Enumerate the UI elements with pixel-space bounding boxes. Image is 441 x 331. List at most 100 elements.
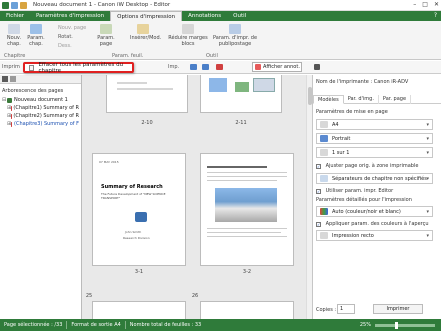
page-settings-icon xyxy=(100,24,112,34)
settings-tabs: Modèles Par. d'img. Par. page xyxy=(313,95,441,104)
zoom-slider-thumb[interactable] xyxy=(395,321,398,329)
tab-par-img[interactable]: Par. d'img. xyxy=(344,95,379,104)
paper-icon xyxy=(320,121,328,128)
tab-modeles[interactable]: Modèles xyxy=(313,95,344,104)
rotate-button[interactable]: Rotat. xyxy=(58,34,73,40)
status-total-sheets: Nombre total de feuilles : 33 xyxy=(129,322,202,328)
zoom-slider[interactable] xyxy=(375,321,435,329)
chapter-settings-button[interactable]: Param. chap. xyxy=(26,24,46,47)
apply-color-checkbox[interactable]: ✓ Appliquer param. des couleurs à l'aper… xyxy=(316,221,429,227)
app-icon xyxy=(2,1,9,9)
page-thumbnail-3-1[interactable]: 07 MAY 2015 Summary of Research The Futu… xyxy=(92,153,186,266)
tab-par-page[interactable]: Par. page xyxy=(379,95,412,104)
new-page-button[interactable]: Nouv. page xyxy=(58,25,86,31)
tree-view-icon[interactable] xyxy=(2,76,8,82)
menu-tab-fichier[interactable]: Fichier xyxy=(0,11,30,21)
tree-node-document[interactable]: ⊟ Nouveau document 1 xyxy=(2,96,79,104)
logo-icon xyxy=(135,212,147,222)
page-settings-button[interactable]: Param. page xyxy=(96,24,116,47)
diagram-box xyxy=(253,78,275,92)
menu-tab-parametres-impression[interactable]: Paramètres d'impression xyxy=(30,11,110,21)
print-button[interactable]: Imprimer xyxy=(373,304,423,314)
reduce-margins-button[interactable]: Réduire marges blocs xyxy=(168,24,208,47)
page-number-label: 2-10 xyxy=(141,120,153,126)
photo-image xyxy=(215,188,277,222)
document-icon xyxy=(7,97,12,103)
menu-tab-outil[interactable]: Outil xyxy=(227,11,252,21)
minimize-button[interactable]: – xyxy=(413,1,416,8)
zoom-level[interactable]: 25% xyxy=(356,322,375,328)
page-thumbnail[interactable] xyxy=(200,75,282,113)
detail-section-title: Paramètres détaillés pour l'impression xyxy=(316,197,412,203)
page-number-label: 3-2 xyxy=(242,269,252,275)
text-line xyxy=(117,88,173,90)
chevron-down-icon: ▾ xyxy=(426,121,429,128)
page-number-label: 26 xyxy=(191,293,199,299)
paper-size-select[interactable]: A4 ▾ xyxy=(316,119,433,130)
draw-button[interactable]: Dess. xyxy=(58,43,72,49)
tree-node-chapter3[interactable]: ⊞ (Chapitre3) Summary of F xyxy=(2,120,79,128)
chevron-down-icon: ▾ xyxy=(426,149,429,156)
maximize-button[interactable]: □ xyxy=(422,1,428,8)
insert-modify-button[interactable]: Insérer/Mod. xyxy=(130,24,161,41)
insert-icon xyxy=(137,24,149,34)
help-icon[interactable]: ? xyxy=(434,12,437,19)
tree-node-chapter2[interactable]: ⊞ (Chapitre2) Summary of R xyxy=(2,112,79,120)
color-mode-select[interactable]: Auto (couleur/noir et blanc) ▾ xyxy=(316,206,433,217)
chevron-down-icon: ▾ xyxy=(426,232,429,239)
delete-icon[interactable] xyxy=(216,64,223,70)
adjust-checkbox[interactable]: ✓ Ajuster page orig. à zone imprimable xyxy=(316,163,418,169)
menu-tab-options-impression[interactable]: Options d'impression xyxy=(110,11,183,21)
page-author: John Smith xyxy=(125,230,142,234)
menu-tab-annotations[interactable]: Annotations xyxy=(182,11,227,21)
separator-icon xyxy=(320,175,328,182)
use-editor-checkbox[interactable]: ✓ Utiliser param. impr. Editor xyxy=(316,188,393,194)
text-line xyxy=(117,82,147,84)
group-label-outil: Outil xyxy=(206,53,218,59)
chevron-down-icon: ▾ xyxy=(426,208,429,215)
checkbox-checked[interactable]: ✓ xyxy=(316,164,321,169)
page-thumbnail-3-2[interactable] xyxy=(200,153,294,266)
new-chapter-button[interactable]: Nouv. chap. xyxy=(4,24,24,47)
ribbon: Nouv. chap. Param. chap. Nouv. page Rota… xyxy=(0,21,441,60)
text-line xyxy=(207,166,267,168)
page-number-label: 3-1 xyxy=(134,269,144,275)
copies-input[interactable]: 1 xyxy=(337,304,355,314)
checkbox-checked[interactable]: ✓ xyxy=(316,189,321,194)
text-line xyxy=(207,236,287,237)
mail-merge-settings-button[interactable]: Param. d'impr. de publipostage xyxy=(212,24,258,47)
expand-icon[interactable] xyxy=(10,76,16,82)
page-thumbnail[interactable] xyxy=(106,75,188,113)
diagram-box xyxy=(209,78,227,92)
page-date: 07 MAY 2015 xyxy=(99,160,119,164)
page-tree-pane: Arborescence des pages ⊟ Nouveau documen… xyxy=(0,75,82,319)
page-thumbnail[interactable] xyxy=(92,301,186,319)
printer-name[interactable]: Canon iR-ADV xyxy=(374,79,409,85)
status-output-format: Format de sortie A4 xyxy=(71,322,121,328)
tree-node-chapter1[interactable]: ⊞ (Chapitre1) Summary of R xyxy=(2,104,79,112)
redo-icon[interactable] xyxy=(202,64,209,70)
save-icon[interactable] xyxy=(11,1,18,9)
new-chapter-icon xyxy=(8,24,20,34)
checkbox-checked[interactable]: ✓ xyxy=(316,222,321,227)
tooltip-clear-chapter-settings: Effacer tous les paramètres du chapitre xyxy=(23,62,134,74)
menu-bar: Fichier Paramètres d'impression Options … xyxy=(0,11,441,21)
page-thumbnail[interactable] xyxy=(200,301,294,319)
page-tree: Arborescence des pages ⊟ Nouveau documen… xyxy=(0,84,81,130)
chapter-settings-icon xyxy=(30,24,42,34)
show-annotations-button[interactable]: Afficher annot. xyxy=(252,62,302,72)
close-button[interactable]: ✕ xyxy=(434,1,439,8)
print-settings-icon[interactable] xyxy=(314,64,320,70)
page-number-label: 25 xyxy=(85,293,93,299)
chevron-down-icon: ▾ xyxy=(426,175,429,182)
duplex-select[interactable]: Impression recto ▾ xyxy=(316,230,433,241)
open-icon[interactable] xyxy=(20,1,27,9)
print-mode-dropdown[interactable]: Imp. xyxy=(168,64,179,70)
chapter-separator-select[interactable]: Séparateurs de chapitre non spécifiés ▾ xyxy=(316,173,433,184)
pages-per-sheet-select[interactable]: 1 sur 1 ▾ xyxy=(316,147,433,158)
mail-merge-icon xyxy=(229,24,241,34)
group-label-chapitre: Chapitre xyxy=(4,53,26,59)
orientation-select[interactable]: Portrait ▾ xyxy=(316,133,433,144)
document-viewer[interactable]: 2-10 2-11 07 MAY 2015 Summary of Researc… xyxy=(82,75,306,319)
undo-icon[interactable] xyxy=(190,64,197,70)
